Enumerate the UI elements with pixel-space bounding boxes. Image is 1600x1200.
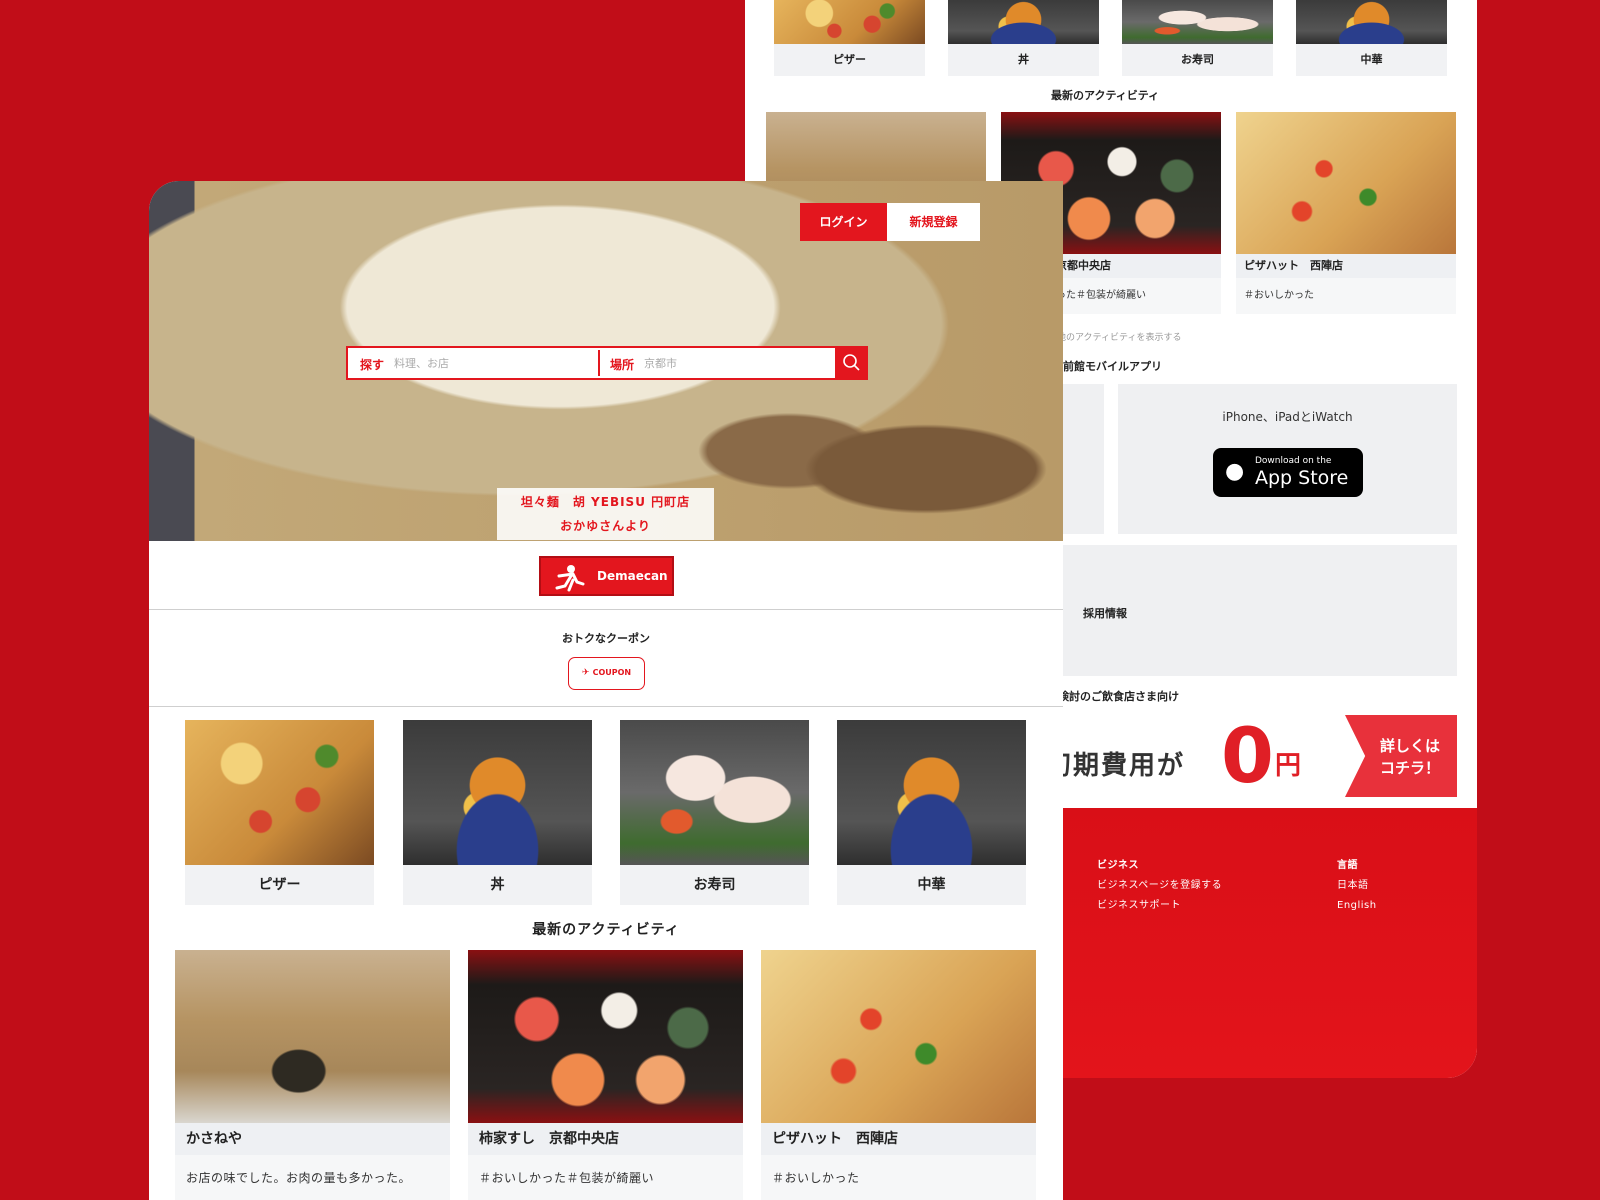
search-place-label: 場所 [610, 358, 635, 372]
activity-desc: お店の味でした。お肉の量も多かった。 [175, 1155, 450, 1200]
app-devices-text: iPhone、iPadとiWatch [1222, 410, 1353, 424]
activity-card[interactable]: かさねや お店の味でした。お肉の量も多かった。 [175, 950, 450, 1200]
search-button[interactable] [835, 346, 868, 380]
footer-link-register[interactable]: ビジネスページを登録する [1097, 876, 1222, 896]
apple-icon: ● [1225, 459, 1245, 484]
activity-name: ピザハット 西陣店 [1236, 254, 1456, 278]
category-card-chuka[interactable]: 中華 [837, 720, 1026, 905]
banner-yen: 円 [1275, 751, 1302, 781]
ticket-icon: ✈ [581, 668, 593, 678]
activity-image [175, 950, 450, 1123]
category-card-don[interactable]: 丼 [403, 720, 592, 905]
category-card-don[interactable]: 丼 [948, 0, 1099, 76]
banner-cta-button[interactable]: 詳しくは コチラ！ [1345, 715, 1457, 797]
app-store-badge[interactable]: ● Download on the App Store [1213, 448, 1363, 497]
category-label: ピザー [774, 44, 925, 76]
category-card-pizza[interactable]: ピザー [185, 720, 374, 905]
category-label: お寿司 [1122, 44, 1273, 76]
category-label: ピザー [185, 865, 374, 905]
footer-language-heading: 言語 [1337, 860, 1358, 871]
coupon-section: おトクなクーポン ✈ COUPON [149, 609, 1063, 707]
activity-desc: ＃おいしかった [1236, 278, 1456, 314]
category-label: お寿司 [620, 865, 809, 905]
category-image [403, 720, 592, 865]
category-label: 中華 [1296, 44, 1447, 76]
search-bar: 探す 場所 [346, 346, 847, 380]
category-card-sushi[interactable]: お寿司 [620, 720, 809, 905]
search-divider [598, 350, 600, 376]
logo-text: Demaecan [597, 569, 668, 583]
footer-language-column: 言語 日本語 English [1337, 856, 1377, 916]
category-image [620, 720, 809, 865]
category-image [1122, 0, 1273, 44]
banner-text: 初期費用が [1045, 751, 1186, 781]
hero-caption[interactable]: 坦々麺 胡 YEBISU 円町店 おかゆさんより [497, 488, 714, 540]
initial-cost-banner[interactable]: 初期費用が 0 円 詳しくは コチラ！ [1045, 711, 1457, 800]
activity-card[interactable]: ピザハット 西陣店 ＃おいしかった [761, 950, 1036, 1200]
more-activity-link[interactable]: 他のアクティビティを表示する [1057, 330, 1181, 343]
coupon-button[interactable]: ✈ COUPON [568, 657, 645, 690]
cta-line2: コチラ！ [1379, 759, 1440, 777]
category-label: 丼 [403, 865, 592, 905]
appstore-small-text: Download on the [1255, 456, 1332, 466]
search-food-input[interactable] [394, 348, 589, 378]
activity-desc: ＃おいしかった＃包装が綺麗い [468, 1155, 743, 1200]
footer-link-support[interactable]: ビジネスサポート [1097, 896, 1222, 916]
activity-image [468, 950, 743, 1123]
banner-zero: 0 [1221, 711, 1274, 800]
activity-card[interactable]: ピザハット 西陣店 ＃おいしかった [1236, 112, 1456, 314]
category-image [948, 0, 1099, 44]
demaecan-logo[interactable]: Demaecan [539, 556, 674, 596]
recruit-label: 採用情報 [1083, 607, 1127, 620]
activity-name: 柿家すし 京都中央店 [468, 1123, 743, 1155]
search-place-input[interactable] [644, 348, 834, 378]
activity-desc: ＃おいしかった [761, 1155, 1036, 1200]
restaurant-title: 検討のご飲食店さま向け [1058, 690, 1179, 703]
runner-icon [555, 565, 585, 592]
activity-name: かさねや [175, 1123, 450, 1155]
activity-card[interactable]: 柿家すし 京都中央店 ＃おいしかった＃包装が綺麗い [468, 950, 743, 1200]
login-button[interactable]: ログイン [800, 203, 887, 241]
caption-user: おかゆさんより [560, 519, 651, 533]
app-box-left [1059, 384, 1104, 534]
category-label: 丼 [948, 44, 1099, 76]
footer-business-column: ビジネス ビジネスページを登録する ビジネスサポート [1097, 856, 1222, 916]
footer-lang-japanese[interactable]: 日本語 [1337, 876, 1377, 896]
category-card-sushi[interactable]: お寿司 [1122, 0, 1273, 76]
category-label: 中華 [837, 865, 1026, 905]
front-page-panel: ログイン 新規登録 探す 場所 坦々麺 胡 YEBISU 円町店 おかゆさんより… [149, 181, 1063, 1200]
activity-image [761, 950, 1036, 1123]
mobile-app-title: 前館モバイルアプリ [1063, 360, 1162, 373]
footer-business-heading: ビジネス [1097, 860, 1139, 871]
signup-button[interactable]: 新規登録 [887, 203, 980, 241]
category-image [185, 720, 374, 865]
cta-line1: 詳しくは [1379, 737, 1440, 755]
search-icon [843, 354, 860, 371]
recruit-box[interactable]: 採用情報 [1059, 545, 1457, 676]
caption-shop: 坦々麺 胡 YEBISU 円町店 [520, 495, 691, 509]
latest-activity-title: 最新のアクティビティ [1051, 89, 1160, 102]
category-image [774, 0, 925, 44]
footer-lang-english[interactable]: English [1337, 896, 1377, 916]
coupon-label: COUPON [592, 668, 632, 677]
activity-image [1236, 112, 1456, 254]
category-card-pizza[interactable]: ピザー [774, 0, 925, 76]
category-image [1296, 0, 1447, 44]
coupon-title: おトクなクーポン [562, 632, 650, 645]
search-find-label: 探す [360, 358, 385, 372]
appstore-big-text: App Store [1255, 467, 1349, 489]
activity-name: ピザハット 西陣店 [761, 1123, 1036, 1155]
category-image [837, 720, 1026, 865]
latest-activity-title: 最新のアクティビティ [532, 922, 680, 938]
category-card-chuka[interactable]: 中華 [1296, 0, 1447, 76]
